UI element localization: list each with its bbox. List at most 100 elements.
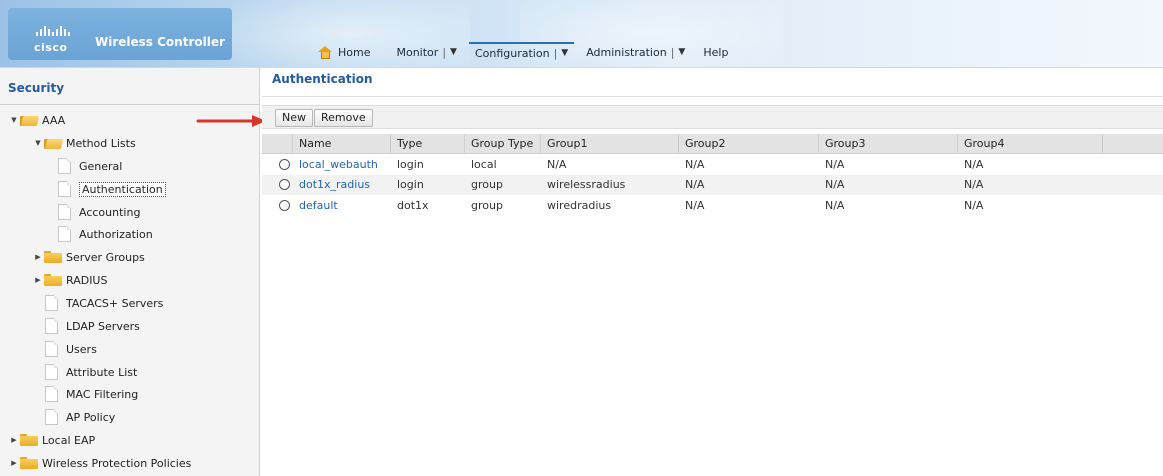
- row-group3: N/A: [825, 199, 845, 212]
- collapsed-triangle-icon[interactable]: ▶: [10, 459, 18, 467]
- page-icon: [45, 318, 58, 334]
- page-icon: [45, 295, 58, 311]
- home-icon: [318, 45, 333, 59]
- tree-item-wireless-protection-policies[interactable]: ▶ Wireless Protection Policies: [10, 454, 191, 472]
- folder-icon: [44, 274, 62, 286]
- page-icon: [45, 341, 58, 357]
- row-radio-button[interactable]: [279, 200, 290, 211]
- tree-label: Server Groups: [66, 250, 145, 264]
- row-group-type: local: [471, 158, 497, 171]
- column-header-type[interactable]: Type: [390, 134, 464, 154]
- tree-item-authorization[interactable]: Authorization: [58, 225, 153, 243]
- nav-configuration[interactable]: Configuration | ▼: [468, 42, 575, 62]
- column-header-group4[interactable]: Group4: [957, 134, 1102, 154]
- tree-item-aaa[interactable]: ▼ AAA: [10, 111, 65, 129]
- column-header-group3[interactable]: Group3: [818, 134, 957, 154]
- sidebar: Security ▼ AAA ▼ Method Lists General Au…: [0, 68, 260, 476]
- table-row[interactable]: default dot1x group wiredradius N/A N/A …: [262, 196, 1163, 216]
- toolbar: New Remove: [262, 105, 1163, 129]
- column-header-name[interactable]: Name: [292, 134, 390, 154]
- nav-home-label: Home: [338, 45, 371, 59]
- tree-label: Wireless Protection Policies: [42, 456, 192, 470]
- row-name-link[interactable]: local_webauth: [292, 155, 378, 175]
- tree-item-ldap-servers[interactable]: LDAP Servers: [45, 317, 140, 335]
- open-folder-icon: [44, 137, 64, 149]
- tree-item-authentication[interactable]: Authentication: [58, 180, 166, 198]
- tree-label: Authorization: [79, 227, 153, 241]
- page-icon: [58, 226, 71, 242]
- collapsed-triangle-icon[interactable]: ▶: [34, 253, 42, 261]
- dropdown-caret-icon[interactable]: ▼: [450, 47, 457, 57]
- collapsed-triangle-icon[interactable]: ▶: [10, 436, 18, 444]
- cisco-logo: cisco Wireless Controller: [8, 8, 232, 60]
- nav-help[interactable]: Help: [697, 42, 734, 62]
- page-icon: [45, 364, 58, 380]
- row-group4: N/A: [964, 199, 984, 212]
- row-group4: N/A: [964, 158, 984, 171]
- tree-label: Attribute List: [66, 365, 138, 379]
- tree-item-local-eap[interactable]: ▶ Local EAP: [10, 431, 95, 449]
- tree-item-method-lists[interactable]: ▼ Method Lists: [34, 134, 136, 152]
- tree-item-radius[interactable]: ▶ RADIUS: [34, 271, 107, 289]
- tree-item-server-groups[interactable]: ▶ Server Groups: [34, 248, 145, 266]
- folder-icon: [20, 457, 38, 469]
- page-title: Authentication: [272, 72, 373, 86]
- page-icon: [58, 204, 71, 220]
- row-group2: N/A: [685, 178, 705, 191]
- tree-item-general[interactable]: General: [58, 157, 122, 175]
- row-radio-button[interactable]: [279, 179, 290, 190]
- tree-item-accounting[interactable]: Accounting: [58, 203, 140, 221]
- row-group1: N/A: [547, 158, 567, 171]
- dropdown-caret-icon[interactable]: ▼: [561, 48, 568, 58]
- product-name: Wireless Controller: [95, 35, 225, 49]
- table-row[interactable]: local_webauth login local N/A N/A N/A N/…: [262, 155, 1163, 175]
- tree-label: General: [79, 159, 123, 173]
- remove-button[interactable]: Remove: [314, 109, 373, 127]
- row-name-link[interactable]: dot1x_radius: [292, 175, 370, 195]
- tree-label: MAC Filtering: [66, 387, 139, 401]
- tree-item-users[interactable]: Users: [45, 340, 97, 358]
- row-radio-button[interactable]: [279, 159, 290, 170]
- tree-item-tacacs-servers[interactable]: TACACS+ Servers: [45, 294, 163, 312]
- tree-label: TACACS+ Servers: [66, 296, 164, 310]
- row-type: dot1x: [397, 199, 429, 212]
- tree-label: Users: [66, 342, 97, 356]
- cisco-bars-icon: [36, 26, 70, 36]
- column-header-filler: [1102, 134, 1163, 154]
- expanded-triangle-icon[interactable]: ▼: [34, 139, 42, 147]
- row-group4: N/A: [964, 178, 984, 191]
- row-type: login: [397, 178, 424, 191]
- tree-label: Method Lists: [66, 136, 136, 150]
- nav-administration-label: Administration: [586, 45, 667, 59]
- row-group1: wiredradius: [547, 199, 612, 212]
- dropdown-caret-icon[interactable]: ▼: [678, 47, 685, 57]
- new-button[interactable]: New: [275, 109, 313, 127]
- app-header: cisco Wireless Controller Home Monitor |…: [0, 0, 1163, 68]
- row-group2: N/A: [685, 199, 705, 212]
- column-header-group-type[interactable]: Group Type: [464, 134, 540, 154]
- row-type: login: [397, 158, 424, 171]
- expanded-triangle-icon[interactable]: ▼: [10, 116, 18, 124]
- folder-icon: [20, 434, 38, 446]
- tree-item-attribute-list[interactable]: Attribute List: [45, 363, 137, 381]
- collapsed-triangle-icon[interactable]: ▶: [34, 276, 42, 284]
- nav-monitor[interactable]: Monitor | ▼: [390, 42, 462, 62]
- column-header-group2[interactable]: Group2: [678, 134, 818, 154]
- nav-help-label: Help: [703, 45, 729, 59]
- page-icon: [58, 181, 71, 197]
- nav-configuration-label: Configuration: [474, 46, 550, 60]
- tree-label: AAA: [42, 113, 66, 127]
- open-folder-icon: [20, 114, 40, 126]
- tree-label: Authentication: [79, 181, 166, 197]
- tree-label: Accounting: [79, 205, 141, 219]
- row-group1: wirelessradius: [547, 178, 626, 191]
- tree-item-mac-filtering[interactable]: MAC Filtering: [45, 385, 138, 403]
- nav-administration[interactable]: Administration | ▼: [580, 42, 691, 62]
- column-header-group1[interactable]: Group1: [540, 134, 678, 154]
- row-group3: N/A: [825, 178, 845, 191]
- row-name-link[interactable]: default: [292, 196, 338, 216]
- tree-item-ap-policy[interactable]: AP Policy: [45, 408, 115, 426]
- page-icon: [45, 386, 58, 402]
- nav-home[interactable]: Home: [312, 42, 376, 62]
- table-row[interactable]: dot1x_radius login group wirelessradius …: [262, 175, 1163, 195]
